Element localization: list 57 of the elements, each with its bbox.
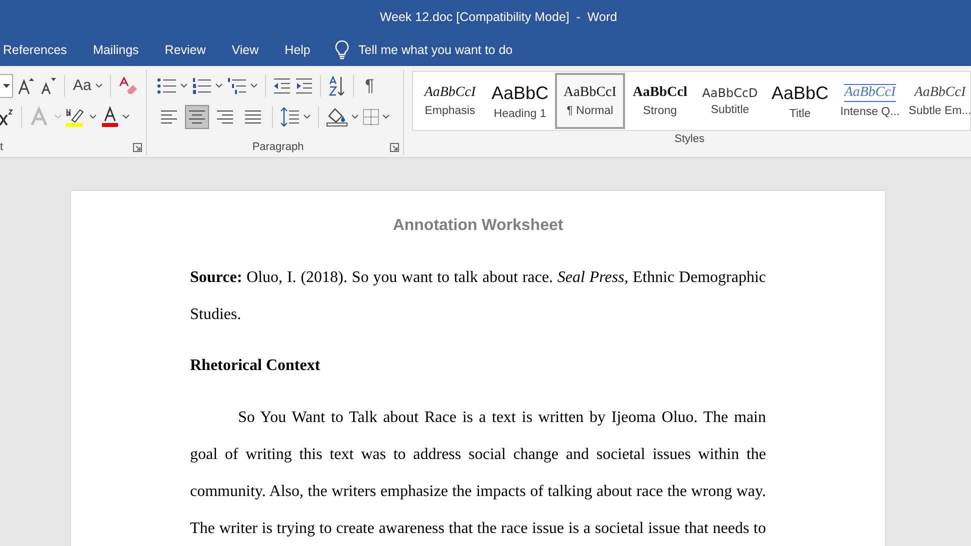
caret-icon[interactable] — [303, 114, 311, 119]
group-label: Paragraph — [252, 141, 304, 153]
change-case-button[interactable]: Aa — [72, 77, 92, 94]
caret-icon[interactable] — [351, 114, 359, 119]
eraser-icon[interactable] — [118, 76, 138, 96]
dialog-launcher-icon[interactable] — [390, 142, 399, 152]
style-option[interactable]: AaBbCcI Intense Q... — [835, 73, 905, 129]
caret-icon[interactable] — [89, 114, 97, 119]
numbering-icon[interactable] — [192, 76, 212, 94]
sort-icon[interactable] — [328, 74, 346, 96]
shading-bucket-icon[interactable] — [326, 106, 348, 126]
menu-tab[interactable]: References — [3, 38, 67, 62]
body-paragraph: So You Want to Talk about Race is a text is written by Ijeoma Oluo. The main goal of writing this text was to address social change and societal issues within the community. Also, the writers emphasize the impacts of talking about race the wrong way. The writer is trying to create awareness that the race issue is a societal issue that needs to — [190, 408, 766, 539]
caret-icon[interactable] — [122, 114, 130, 119]
window-title: Week 12.doc [Compatibility Mode] - Word — [380, 10, 618, 24]
show-formatting-marks-button[interactable]: ¶ — [361, 76, 378, 96]
tell-me-field[interactable]: Tell me what you want to do — [358, 42, 558, 56]
menu-tab[interactable]: View — [232, 38, 259, 62]
caret-icon — [2, 84, 10, 88]
group-label: Styles — [674, 133, 704, 145]
caret-icon[interactable] — [215, 83, 223, 88]
group-label: t — [0, 141, 4, 153]
align-lines-icon — [161, 110, 177, 124]
style-option[interactable]: AaBbCcI ¶ Normal — [555, 73, 625, 129]
caret-icon[interactable] — [382, 114, 390, 119]
decrease-indent-icon[interactable] — [273, 78, 291, 94]
style-option[interactable]: AaBbCcI Emphasis — [415, 73, 485, 129]
menu-tab[interactable]: Review — [164, 38, 206, 62]
menu-tab[interactable]: Mailings — [92, 38, 139, 62]
bullets-icon[interactable] — [157, 76, 177, 94]
style-option[interactable]: AaBbC Title — [765, 73, 835, 129]
caret-icon[interactable] — [95, 83, 104, 88]
style-option[interactable]: AaBbCcD Subtitle — [695, 73, 765, 129]
increase-indent-icon[interactable] — [295, 78, 313, 94]
font-size-dropdown[interactable] — [0, 74, 13, 98]
style-option[interactable]: AaBbCcl Strong — [625, 73, 695, 129]
superscript-icon[interactable] — [0, 106, 14, 126]
style-option[interactable]: AaBbCcI Subtle Em... — [905, 73, 971, 129]
align-lines-icon — [245, 110, 261, 124]
caret-icon[interactable] — [250, 83, 258, 88]
font-color-icon[interactable] — [101, 106, 119, 128]
borders-icon[interactable] — [363, 108, 379, 124]
source-citation: Source: Oluo, I. (2018). So you want to talk about race. Seal Press, Ethnic Demographic Studies. — [190, 268, 766, 325]
multilevel-list-icon[interactable] — [227, 76, 247, 94]
align-center-button[interactable] — [185, 104, 209, 128]
grow-font-icon[interactable] — [17, 76, 35, 96]
line-spacing-icon[interactable] — [280, 106, 300, 126]
align-lines-icon — [217, 110, 233, 124]
style-option[interactable]: AaBbC Heading 1 — [485, 73, 555, 129]
menu-tab[interactable]: Help — [284, 38, 310, 62]
align-lines-icon — [189, 110, 205, 124]
document-title: Annotation Worksheet — [392, 217, 564, 235]
caret-icon[interactable] — [180, 83, 188, 88]
shrink-font-icon[interactable] — [39, 76, 57, 96]
section-heading: Rhetorical Context — [190, 356, 322, 376]
dialog-launcher-icon[interactable] — [133, 142, 142, 152]
lightbulb-icon[interactable] — [334, 40, 350, 60]
